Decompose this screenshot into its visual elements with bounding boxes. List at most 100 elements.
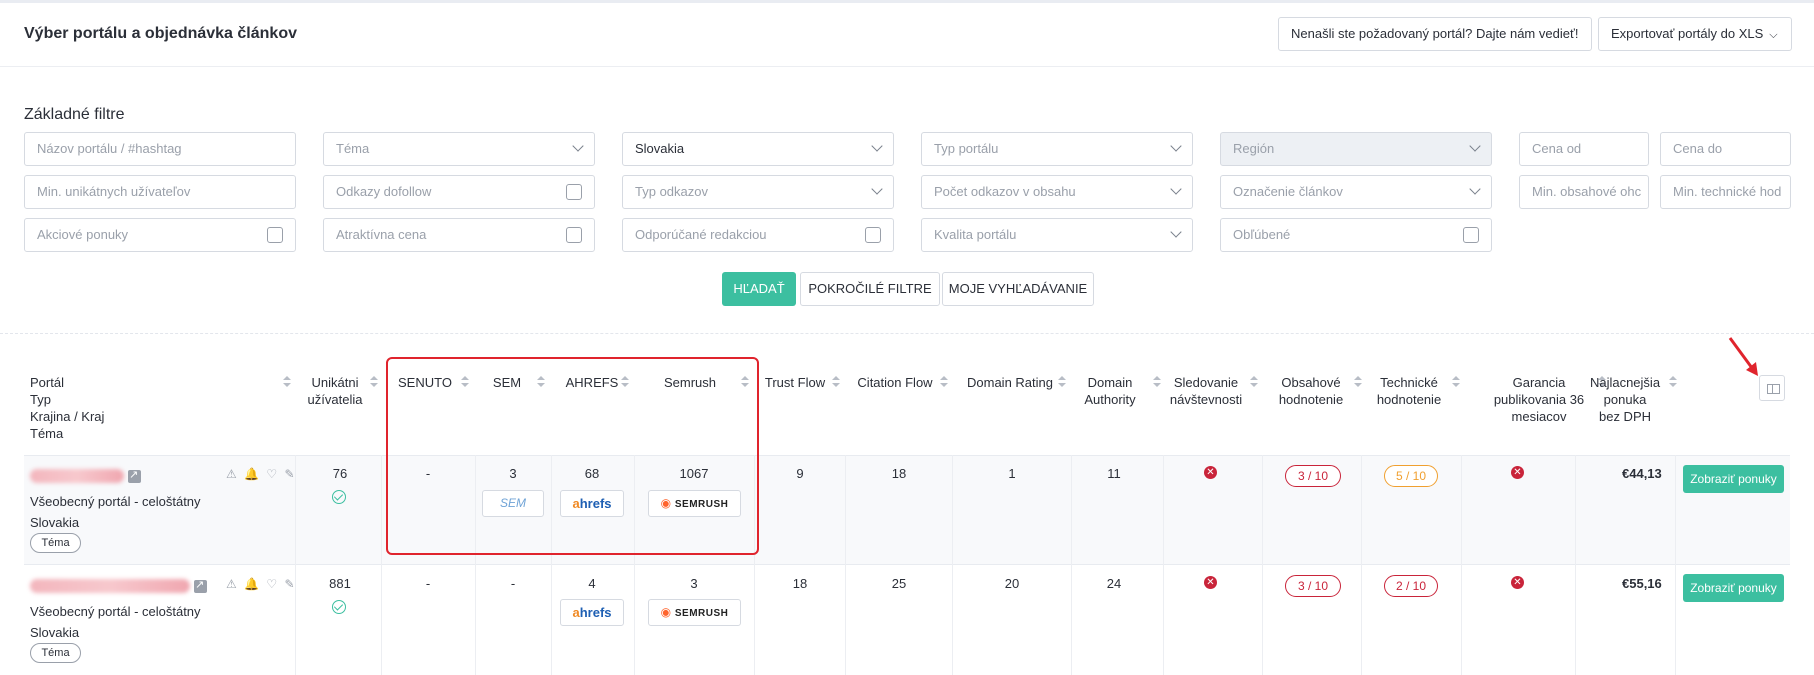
portal-country: Slovakia xyxy=(30,515,80,530)
sort-icon[interactable] xyxy=(1250,376,1258,388)
price-to-input[interactable]: Cena do xyxy=(1660,132,1791,166)
header-guarantee[interactable]: Garancia publikovania 36 mesiacov xyxy=(1484,374,1594,425)
special-offers-checkbox[interactable] xyxy=(267,227,283,243)
header-tech-rating[interactable]: Technické hodnotenie xyxy=(1374,374,1444,408)
min-tech-rating-input[interactable]: Min. technické hod xyxy=(1660,175,1791,209)
sort-icon[interactable] xyxy=(940,376,948,388)
min-users-input[interactable]: Min. unikátnych užívateľov xyxy=(24,175,296,209)
chevron-down-icon xyxy=(1170,140,1182,152)
export-xls-label: Exportovať portály do XLS xyxy=(1611,26,1764,41)
recommended-checkbox[interactable] xyxy=(865,227,881,243)
column-divider xyxy=(1461,455,1462,675)
sort-icon[interactable] xyxy=(1669,376,1677,388)
column-divider xyxy=(1675,455,1676,675)
header-domain-authority[interactable]: Domain Authority xyxy=(1082,374,1138,408)
article-marking-select[interactable]: Označenie článkov xyxy=(1220,175,1492,209)
show-offers-button[interactable]: Zobraziť ponuky xyxy=(1683,574,1784,602)
dofollow-label: Odkazy dofollow xyxy=(336,184,432,199)
favorites-checkbox[interactable] xyxy=(1463,227,1479,243)
sort-icon[interactable] xyxy=(832,376,840,388)
no-traffic-tracking-icon: ✕ xyxy=(1204,466,1217,479)
column-divider xyxy=(1575,455,1576,675)
no-traffic-tracking-icon: ✕ xyxy=(1204,576,1217,589)
sem-value: - xyxy=(510,576,516,591)
best-offer-price: €55,16 xyxy=(1622,576,1662,591)
chevron-down-icon: ⌵ xyxy=(1769,29,1778,41)
blurred-portal-name[interactable] xyxy=(30,469,124,483)
quality-select[interactable]: Kvalita portálu xyxy=(921,218,1193,252)
country-select[interactable]: Slovakia xyxy=(622,132,894,166)
header-users-line: Unikátni xyxy=(311,375,359,390)
portal-type: Všeobecný portál - celoštátny xyxy=(30,604,201,619)
advanced-filters-button[interactable]: POKROČILÉ FILTRE xyxy=(800,272,940,306)
sort-icon[interactable] xyxy=(1452,376,1460,388)
external-link-icon[interactable] xyxy=(128,468,141,483)
sort-icon[interactable] xyxy=(283,376,291,388)
search-button[interactable]: HĽADAŤ xyxy=(722,272,796,306)
sort-icon[interactable] xyxy=(1058,376,1066,388)
tech-rating-badge: 2 / 10 xyxy=(1384,575,1438,597)
external-link-icon[interactable] xyxy=(194,578,207,593)
column-divider xyxy=(1163,455,1164,675)
topic-placeholder: Téma xyxy=(336,141,370,156)
header-da-line: Authority xyxy=(1084,392,1136,407)
link-type-select[interactable]: Typ odkazov xyxy=(622,175,894,209)
header-offer-line: ponuka xyxy=(1603,392,1647,407)
section-divider xyxy=(0,333,1814,334)
citation-flow-value: 25 xyxy=(891,576,907,591)
favorites-field[interactable]: Obľúbené xyxy=(1220,218,1492,252)
header-traffic-tracking[interactable]: Sledovanie návštevnosti xyxy=(1168,374,1244,408)
header-portal-line: Téma xyxy=(30,426,64,441)
header-domain-rating[interactable]: Domain Rating xyxy=(964,374,1056,391)
link-count-select[interactable]: Počet odkazov v obsahu xyxy=(921,175,1193,209)
ahrefs-logo[interactable]: ahrefs xyxy=(560,599,624,626)
chevron-down-icon xyxy=(1170,183,1182,195)
portal-name-input[interactable]: Názov portálu / #hashtag xyxy=(24,132,296,166)
header-traffic-line: návštevnosti xyxy=(1169,392,1243,407)
trust-flow-value: 18 xyxy=(792,576,808,591)
header-unique-users[interactable]: Unikátni užívatelia xyxy=(305,374,365,408)
export-xls-button[interactable]: Exportovať portály do XLS ⌵ xyxy=(1598,17,1792,51)
header-content-rating[interactable]: Obsahové hodnotenie xyxy=(1276,374,1346,408)
attractive-price-label: Atraktívna cena xyxy=(336,227,427,242)
blurred-portal-name[interactable] xyxy=(30,579,190,593)
portal-type-placeholder: Typ portálu xyxy=(934,141,999,156)
portal-type-select[interactable]: Typ portálu xyxy=(921,132,1193,166)
saved-searches-button[interactable]: MOJE VYHĽADÁVANIE xyxy=(942,272,1094,306)
header-portal-line: Typ xyxy=(30,392,51,407)
row-action-icons[interactable]: ⚠ 🔔 ♡ ✎ xyxy=(226,467,297,481)
sort-icon[interactable] xyxy=(1354,376,1362,388)
column-divider xyxy=(1361,455,1362,675)
recommended-field[interactable]: Odporúčané redakciou xyxy=(622,218,894,252)
min-content-rating-input[interactable]: Min. obsahové ohc xyxy=(1519,175,1649,209)
header-da-line: Domain xyxy=(1087,375,1133,390)
topic-tag[interactable]: Téma xyxy=(30,643,81,663)
topic-select[interactable]: Téma xyxy=(323,132,595,166)
header-tech-line: Technické xyxy=(1380,375,1438,390)
ahrefs-value: 4 xyxy=(588,576,596,591)
header-portal[interactable]: Portál Typ Krajina / Kraj Téma xyxy=(30,374,104,442)
column-settings-button[interactable] xyxy=(1759,375,1785,401)
page-header: Výber portálu a objednávka článkov Nenaš… xyxy=(0,3,1814,67)
sort-icon[interactable] xyxy=(1153,376,1161,388)
price-from-input[interactable]: Cena od xyxy=(1519,132,1649,166)
semrush-logo[interactable]: ◉ SEMRUSH xyxy=(648,599,741,626)
header-guarantee-line: Garancia xyxy=(1512,375,1566,390)
region-select[interactable]: Región xyxy=(1220,132,1492,166)
special-offers-field[interactable]: Akciové ponuky xyxy=(24,218,296,252)
row-action-icons[interactable]: ⚠ 🔔 ♡ ✎ xyxy=(226,577,297,591)
attractive-price-checkbox[interactable] xyxy=(566,227,582,243)
semrush-logo-text: SEMRUSH xyxy=(674,608,729,619)
dofollow-checkbox-field[interactable]: Odkazy dofollow xyxy=(323,175,595,209)
topic-tag[interactable]: Téma xyxy=(30,533,81,553)
header-best-offer[interactable]: Najlacnejšia ponuka bez DPH xyxy=(1586,374,1664,425)
header-offer-line: Najlacnejšia xyxy=(1589,375,1661,390)
show-offers-button[interactable]: Zobraziť ponuky xyxy=(1683,465,1784,493)
header-trust-flow[interactable]: Trust Flow xyxy=(762,374,828,391)
dofollow-checkbox[interactable] xyxy=(566,184,582,200)
sort-icon[interactable] xyxy=(370,376,378,388)
missing-portal-button[interactable]: Nenašli ste požadovaný portál? Dajte nám… xyxy=(1278,17,1592,51)
attractive-price-field[interactable]: Atraktívna cena xyxy=(323,218,595,252)
header-citation-flow[interactable]: Citation Flow xyxy=(856,374,934,391)
no-guarantee-icon: ✕ xyxy=(1511,466,1524,479)
